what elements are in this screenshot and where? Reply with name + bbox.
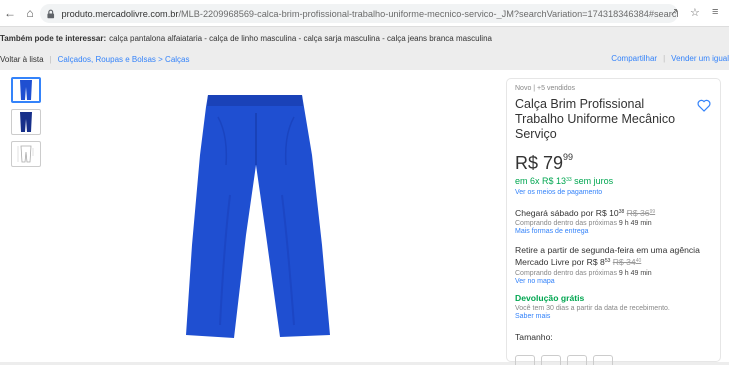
reading-list-icon[interactable]: ≡ <box>712 6 718 18</box>
shipping-cents: 38 <box>618 209 625 215</box>
payment-methods-link[interactable]: Ver os meios de pagamento <box>515 189 712 196</box>
pickup-info: Retire a partir de segunda-feira em uma … <box>515 245 712 268</box>
buy-box: Novo | +5 vendidos Calça Brim Profission… <box>506 78 721 365</box>
suggestions-label: Também pode te interessar: <box>0 33 107 43</box>
free-return-title: Devolução grátis <box>515 293 585 303</box>
thumbnail-size-chart[interactable] <box>11 141 41 167</box>
pickup-old-cents: 40 <box>635 258 642 264</box>
size-option[interactable] <box>541 355 561 365</box>
category-path-link[interactable]: Calçados, Roupas e Bolsas > Calças <box>58 55 190 64</box>
url-path: /MLB-2209968569-calca-brim-profissional-… <box>178 8 678 19</box>
size-option[interactable] <box>593 355 613 365</box>
installments-prefix: em <box>515 176 528 186</box>
price-integer: R$ 79 <box>515 153 564 173</box>
condition-sold-count: Novo | +5 vendidos <box>515 85 575 92</box>
shipping-text: Chegará sábado por R$ 10 <box>515 208 619 218</box>
url-host: produto.mercadolivre.com.br <box>61 8 179 19</box>
size-chart-icon <box>17 145 34 163</box>
size-label: Tamanho: <box>515 332 553 342</box>
url-text: produto.mercadolivre.com.br/MLB-22099685… <box>62 9 679 19</box>
product-image[interactable] <box>170 95 345 340</box>
back-to-list-link[interactable]: Voltar à lista <box>0 55 44 64</box>
price-cents: 99 <box>563 152 574 162</box>
installments-suffix: sem juros <box>574 176 614 186</box>
price: R$ 7999 <box>515 152 712 174</box>
size-options <box>515 355 613 365</box>
suggestions-bar: Também pode te interessar: calça pantalo… <box>0 27 729 49</box>
pickup-old: R$ 34 <box>612 257 636 267</box>
shipping-note: Comprando dentro das próximas <box>515 220 617 227</box>
installments-cents: 33 <box>566 177 572 183</box>
installments: em 6x R$ 1333 sem juros <box>515 176 712 186</box>
shipping-info: Chegará sábado por R$ 1038 R$ 3699 <box>515 208 712 218</box>
home-icon[interactable]: ⌂ <box>23 6 37 20</box>
size-option[interactable] <box>567 355 587 365</box>
thumbnail-front[interactable] <box>11 77 41 103</box>
share-link[interactable]: Compartilhar <box>611 54 657 63</box>
lock-icon <box>47 9 55 18</box>
pickup-old-price: R$ 3440 <box>613 257 642 267</box>
sell-similar-link[interactable]: Vender um igual <box>671 54 729 63</box>
more-shipping-link[interactable]: Mais formas de entrega <box>515 228 712 235</box>
back-arrow-icon[interactable]: ← <box>3 6 17 20</box>
product-panel: Novo | +5 vendidos Calça Brim Profission… <box>0 70 729 365</box>
installments-value: 6x R$ 13 <box>530 176 567 186</box>
thumbnail-back[interactable] <box>11 109 41 135</box>
shipping-old-cents: 99 <box>649 209 656 215</box>
pickup-cents: 53 <box>604 258 611 264</box>
favorite-heart-icon[interactable] <box>697 99 711 112</box>
browser-toolbar: ← ⌂ produto.mercadolivre.com.br/MLB-2209… <box>0 0 729 27</box>
shipping-deadline: Comprando dentro das próximas 9 h 49 min <box>515 220 712 227</box>
pants-thumbnail-icon <box>20 80 32 100</box>
product-title: Calça Brim Profissional Trabalho Uniform… <box>515 97 676 141</box>
actions-divider: | <box>663 54 666 63</box>
breadcrumb-actions: Compartilhar | Vender um igual <box>611 54 729 63</box>
learn-more-link[interactable]: Saber mais <box>515 313 712 320</box>
pickup-deadline: Comprando dentro das próximas 9 h 49 min <box>515 270 712 277</box>
pants-back-thumbnail-icon <box>20 112 32 132</box>
breadcrumb-divider: | <box>49 54 52 64</box>
pickup-note: Comprando dentro das próximas <box>515 270 617 277</box>
breadcrumb: Voltar à lista | Calçados, Roupas e Bols… <box>0 49 729 69</box>
suggestions-links[interactable]: calça pantalona alfaiataria - calça de l… <box>109 34 492 43</box>
size-option[interactable] <box>515 355 535 365</box>
return-note: Você tem 30 dias a partir da data de rec… <box>515 305 670 312</box>
address-bar[interactable]: produto.mercadolivre.com.br/MLB-22099685… <box>40 4 678 23</box>
pickup-time: 9 h 49 min <box>618 270 652 277</box>
shipping-old-price: R$ 3699 <box>627 208 656 218</box>
star-icon[interactable]: ☆ <box>690 6 700 19</box>
shipping-old: R$ 36 <box>626 208 650 218</box>
shipping-time: 9 h 49 min <box>618 220 652 227</box>
share-icon[interactable]: ↗ <box>670 7 678 18</box>
view-map-link[interactable]: Ver no mapa <box>515 278 712 285</box>
